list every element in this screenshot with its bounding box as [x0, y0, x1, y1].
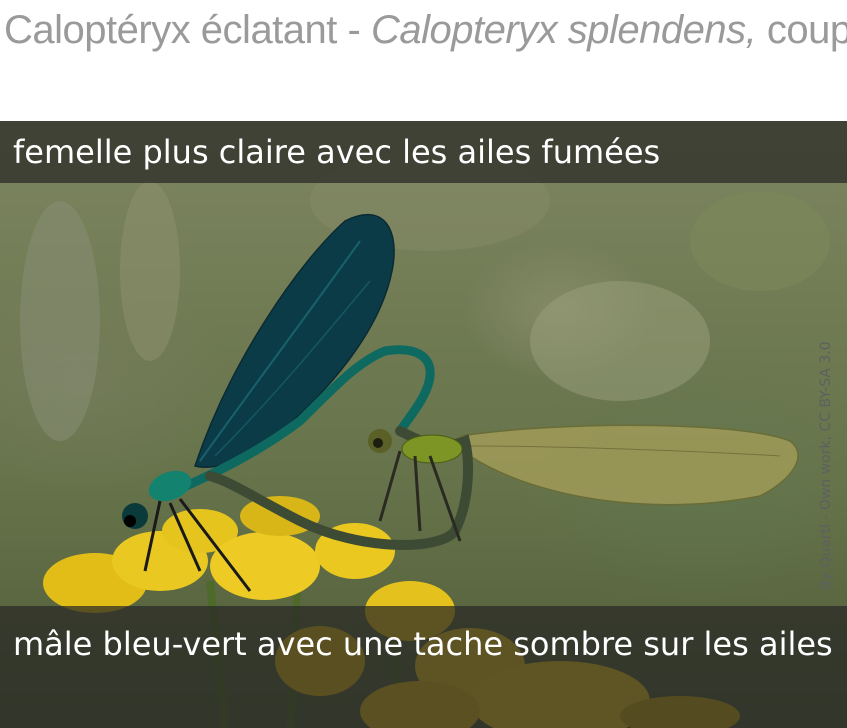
- page-title: Caloptéryx éclatant - Calopteryx splende…: [4, 8, 847, 68]
- female-wings: [458, 424, 799, 506]
- title-common-name: Caloptéryx éclatant -: [4, 8, 371, 52]
- caption-male: mâle bleu-vert avec une tache sombre sur…: [0, 606, 847, 728]
- photo-credit: By Quartl - Own work, CC BY-SA 3.0: [818, 341, 834, 590]
- title-suffix: couple: [766, 8, 847, 52]
- caption-female: femelle plus claire avec les ailes fumée…: [0, 121, 847, 183]
- title-scientific-name: Calopteryx splendens,: [370, 8, 757, 52]
